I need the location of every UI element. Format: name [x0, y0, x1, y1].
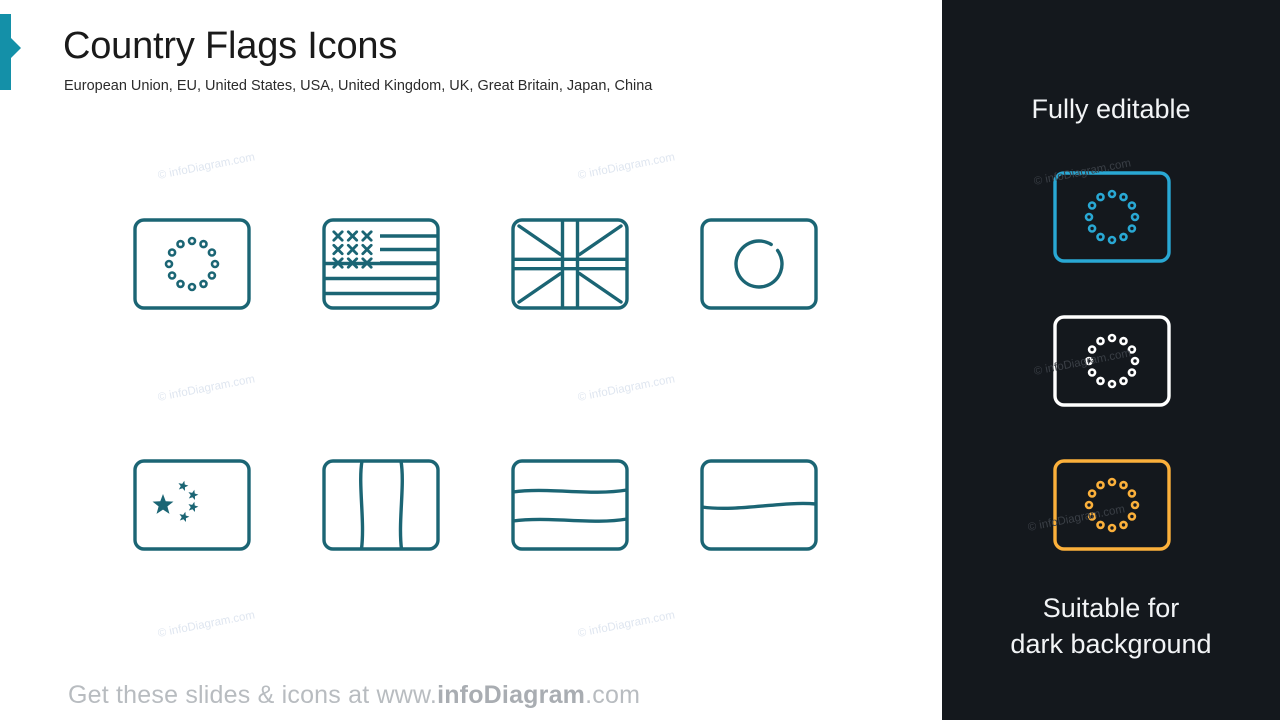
footer-credit: Get these slides & icons at www.infoDiag… [68, 681, 640, 710]
flag-icon-grid [0, 0, 942, 720]
panel-title: Fully editable [1031, 94, 1191, 124]
uk-flag-icon[interactable] [511, 218, 629, 310]
japan-flag-icon[interactable] [700, 218, 818, 310]
usa-flag-icon[interactable] [322, 218, 440, 310]
eu-flag-white-icon[interactable] [1053, 315, 1171, 407]
panel-footer-line-1: Suitable for [1042, 593, 1180, 623]
panel-footer: Suitable for dark background [942, 590, 1280, 663]
footer-prefix: Get these slides & icons at www. [68, 681, 438, 709]
panel-footer-line-2: dark background [1010, 629, 1212, 660]
dark-preview-panel: Fully editable Suitable for dark backgro… [942, 0, 1280, 720]
horizontal-bicolor-flag-icon[interactable] [700, 459, 818, 551]
vertical-tricolor-flag-icon[interactable] [322, 459, 440, 551]
footer-brand: infoDiagram [437, 681, 586, 709]
footer-suffix: .com [585, 681, 641, 709]
eu-flag-orange-icon[interactable] [1053, 459, 1171, 551]
eu-flag-cyan-icon[interactable] [1053, 171, 1171, 263]
slide-canvas: Country Flags Icons European Union, EU, … [0, 0, 1280, 720]
china-flag-icon[interactable] [133, 459, 251, 551]
horizontal-tricolor-flag-icon[interactable] [511, 459, 629, 551]
eu-flag-icon[interactable] [133, 218, 251, 310]
